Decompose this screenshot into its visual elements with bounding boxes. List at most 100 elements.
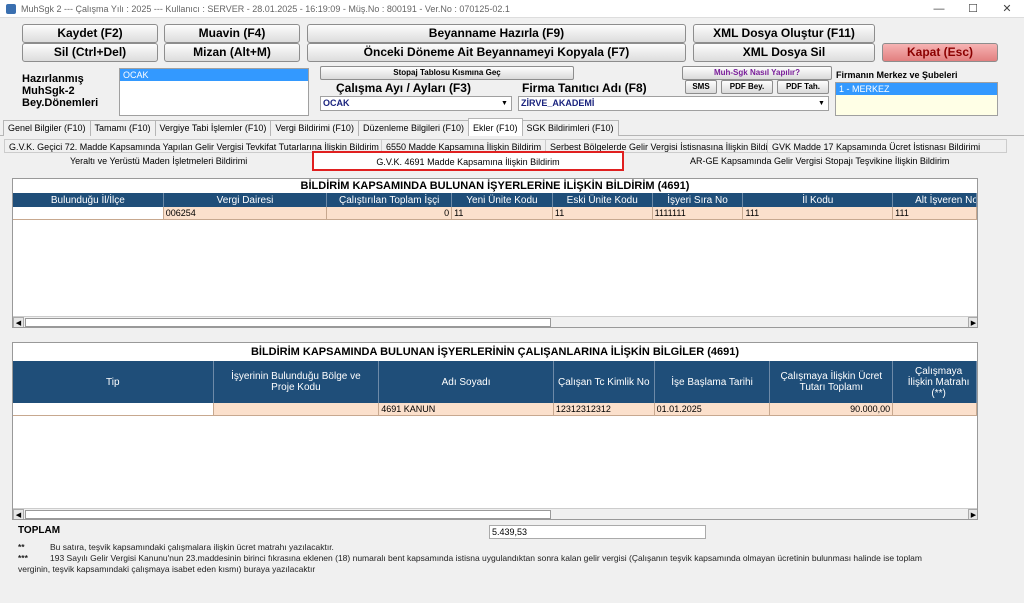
scroll-right-icon[interactable]: ▶	[968, 317, 977, 327]
table-cell[interactable]: 111	[893, 207, 977, 220]
column-header[interactable]: İl Kodu	[743, 193, 894, 207]
table-cell[interactable]: 11	[552, 207, 653, 220]
table-cell[interactable]	[13, 207, 164, 220]
sms-button[interactable]: SMS	[685, 80, 717, 94]
column-header[interactable]: İşyeri Sıra No	[653, 193, 744, 207]
footnote-mark: **	[18, 542, 25, 552]
copy-previous-button[interactable]: Önceki Döneme Ait Beyannameyi Kopyala (F…	[307, 43, 686, 62]
tab-edit-info[interactable]: Düzenleme Bilgileri (F10)	[357, 120, 469, 136]
work-month-select[interactable]: OCAK ▼	[320, 96, 512, 111]
chevron-down-icon: ▼	[501, 100, 508, 107]
work-month-label: Çalışma Ayı / Ayları (F3)	[336, 81, 471, 95]
subtab-arge[interactable]: AR-GE Kapsamında Gelir Vergisi Stopajı T…	[686, 154, 956, 168]
subtab-mining[interactable]: Yeraltı ve Yerüstü Maden İşletmeleri Bil…	[66, 154, 314, 168]
workplaces-table-title: BİLDİRİM KAPSAMINDA BULUNAN İŞYERLERİNE …	[13, 179, 977, 193]
table-cell[interactable]: 006254	[163, 207, 328, 220]
table-cell[interactable]: 11	[452, 207, 553, 220]
subtab-gvk-4691[interactable]: G.V.K. 4691 Madde Kapsamına İlişkin Bild…	[312, 151, 624, 171]
window-title: MuhSgk 2 --- Çalışma Yılı : 2025 --- Kul…	[21, 3, 510, 14]
column-header[interactable]: Tip	[13, 361, 214, 403]
table-row[interactable]: 006254 0 11 11 1111111 111 111	[13, 207, 977, 220]
label-line: MuhSgk-2	[22, 85, 75, 97]
pdf-accrual-button[interactable]: PDF Tah.	[777, 80, 829, 94]
delete-button[interactable]: Sil (Ctrl+Del)	[22, 43, 158, 62]
tab-taxable[interactable]: Vergiye Tabi İşlemler (F10)	[154, 120, 272, 136]
scroll-right-icon[interactable]: ▶	[968, 509, 977, 519]
branches-label: Firmanın Merkez ve Şubeleri	[836, 70, 958, 80]
app-icon	[6, 3, 16, 14]
table-cell[interactable]: 0	[327, 207, 453, 220]
table-cell[interactable]: 111	[743, 207, 894, 220]
column-header[interactable]: Vergi Dairesi	[164, 193, 328, 207]
table-row[interactable]: 4691 KANUN 12312312312 01.01.2025 90.000…	[13, 403, 977, 416]
scroll-left-icon[interactable]: ◀	[13, 317, 24, 327]
scroll-thumb[interactable]	[25, 510, 551, 519]
company-label: Firma Tanıtıcı Adı (F8)	[522, 81, 647, 95]
prepare-return-button[interactable]: Beyanname Hazırla (F9)	[307, 24, 686, 43]
footnote-mark: ***	[18, 553, 28, 563]
periods-list[interactable]: OCAK	[119, 68, 309, 116]
column-header[interactable]: Bulunduğu İl/İlçe	[13, 193, 164, 207]
footnote: verginin, teşvik kapsamındaki çalışmaya …	[18, 564, 315, 574]
scroll-left-icon[interactable]: ◀	[13, 509, 24, 519]
column-header[interactable]: İşyerinin Bulunduğu Bölge ve Proje Kodu	[214, 361, 380, 403]
close-icon[interactable]: ✕	[990, 0, 1024, 18]
branches-list[interactable]: 1 - MERKEZ	[835, 82, 998, 116]
horizontal-scrollbar[interactable]: ◀ ▶	[13, 316, 977, 327]
footnote-text: Bu satıra, teşvik kapsamındaki çalışmala…	[50, 542, 334, 552]
work-month-value: OCAK	[323, 98, 350, 108]
label-line: Hazırlanmış	[22, 73, 84, 85]
create-xml-button[interactable]: XML Dosya Oluştur (F11)	[693, 24, 875, 43]
window-titlebar: MuhSgk 2 --- Çalışma Yılı : 2025 --- Kul…	[0, 0, 1024, 18]
workplaces-table: BİLDİRİM KAPSAMINDA BULUNAN İŞYERLERİNE …	[12, 178, 978, 328]
column-header[interactable]: Çalıştırılan Toplam İşçi	[327, 193, 453, 207]
table-cell[interactable]: 01.01.2025	[654, 403, 771, 416]
prepared-periods-label: Hazırlanmış MuhSgk-2 Bey.Dönemleri	[22, 73, 98, 109]
table-cell[interactable]	[213, 403, 380, 416]
column-header[interactable]: Çalışmaya İlişkin Ücret Tutarı Toplamı	[770, 361, 894, 403]
subtab-gvk-17[interactable]: GVK Madde 17 Kapsamında Ücret İstisnası …	[767, 139, 1007, 153]
column-header[interactable]: Adı Soyadı	[379, 361, 554, 403]
scroll-thumb[interactable]	[25, 318, 551, 327]
column-header[interactable]: Çalışmaya İlişkin Matrahı (**)	[893, 361, 977, 403]
total-value: 5.439,53	[489, 525, 706, 539]
column-header[interactable]: Çalışan Tc Kimlik No	[554, 361, 655, 403]
period-item[interactable]: OCAK	[120, 69, 308, 81]
table-cell[interactable]	[893, 403, 977, 416]
tab-sgk[interactable]: SGK Bildirimleri (F10)	[521, 120, 619, 136]
tab-all[interactable]: Tamamı (F10)	[89, 120, 156, 136]
footnote-text: 193 Sayılı Gelir Vergisi Kanunu'nun 23.m…	[50, 553, 922, 563]
column-header[interactable]: İşe Başlama Tarihi	[655, 361, 771, 403]
employees-table: BİLDİRİM KAPSAMINDA BULUNAN İŞYERLERİNİN…	[12, 342, 978, 520]
vertical-scrollbar[interactable]	[978, 178, 990, 518]
table-cell[interactable]	[13, 403, 214, 416]
tab-tax-declaration[interactable]: Vergi Bildirimi (F10)	[270, 120, 359, 136]
footnote-text: verginin, teşvik kapsamındaki çalışmaya …	[18, 564, 316, 574]
muavin-button[interactable]: Muavin (F4)	[164, 24, 300, 43]
table-cell[interactable]: 90.000,00	[770, 403, 894, 416]
delete-xml-button[interactable]: XML Dosya Sil	[693, 43, 875, 62]
company-select[interactable]: ZİRVE_AKADEMİ ▼	[518, 96, 829, 111]
how-to-button[interactable]: Muh-Sgk Nasıl Yapılır?	[682, 66, 832, 80]
maximize-icon[interactable]: ☐	[956, 0, 990, 18]
main-tabs: Genel Bilgiler (F10) Tamamı (F10) Vergiy…	[0, 118, 1024, 136]
pdf-return-button[interactable]: PDF Bey.	[721, 80, 773, 94]
tab-attachments[interactable]: Ekler (F10)	[468, 118, 523, 136]
horizontal-scrollbar[interactable]: ◀ ▶	[13, 508, 977, 519]
column-header[interactable]: Alt İşveren No	[893, 193, 977, 207]
save-button[interactable]: Kaydet (F2)	[22, 24, 158, 43]
column-header[interactable]: Eski Ünite Kodu	[553, 193, 653, 207]
table-cell[interactable]: 4691 KANUN	[379, 403, 554, 416]
table-cell[interactable]: 1111111	[652, 207, 744, 220]
mizan-button[interactable]: Mizan (Alt+M)	[164, 43, 300, 62]
table-cell[interactable]: 12312312312	[553, 403, 655, 416]
stopaj-button[interactable]: Stopaj Tablosu Kısmına Geç	[320, 66, 574, 80]
column-header[interactable]: Yeni Ünite Kodu	[452, 193, 553, 207]
close-button[interactable]: Kapat (Esc)	[882, 43, 998, 62]
branch-item[interactable]: 1 - MERKEZ	[836, 83, 997, 95]
label-line: Bey.Dönemleri	[22, 97, 99, 109]
total-label: TOPLAM	[18, 525, 61, 536]
minimize-icon[interactable]: —	[922, 0, 956, 18]
company-value: ZİRVE_AKADEMİ	[521, 98, 595, 108]
tab-general[interactable]: Genel Bilgiler (F10)	[3, 120, 91, 136]
